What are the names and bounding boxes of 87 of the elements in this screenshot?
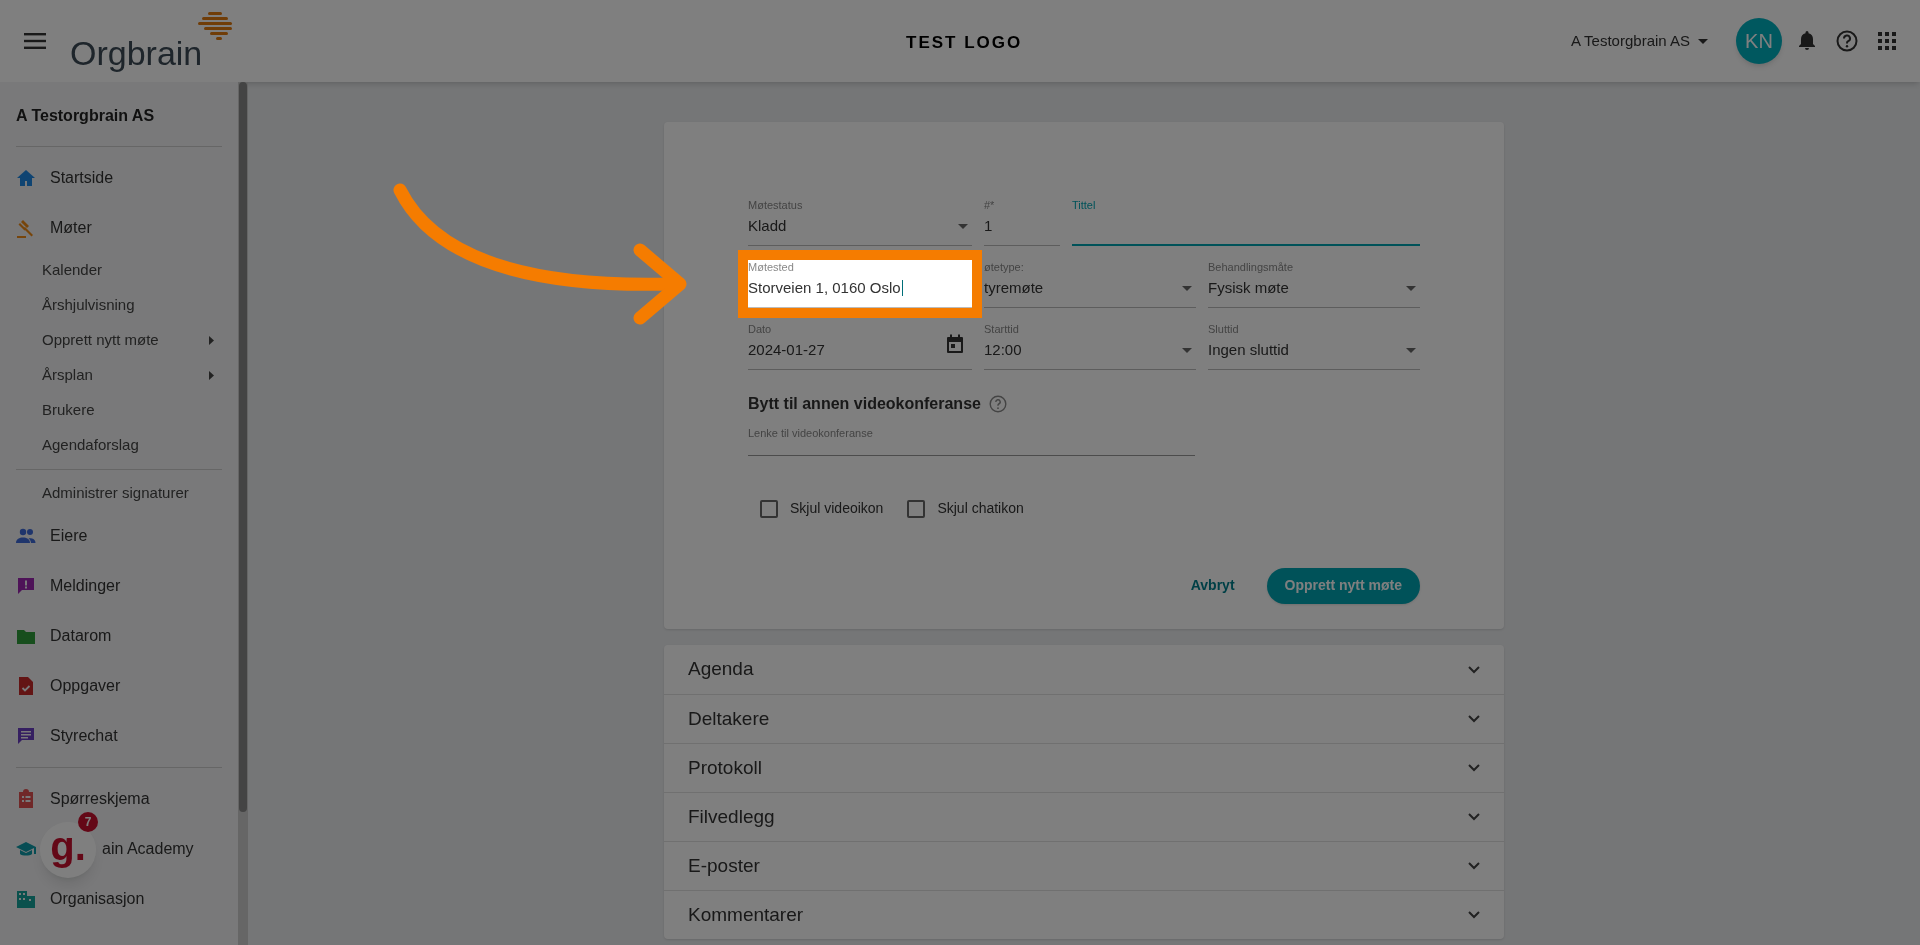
field-label: Møtested xyxy=(748,260,795,274)
sidebar-subitem[interactable]: Årsplan xyxy=(42,364,93,387)
select-field[interactable]: Møtestatus Kladd xyxy=(748,198,972,246)
sidebar-link[interactable]: Spørreskjema xyxy=(50,787,150,811)
sidebar-subitem[interactable]: Kalender xyxy=(42,259,103,282)
section-heading: Bytt til annen videokonferanse xyxy=(748,394,981,414)
sidebar-subitem[interactable]: Årshjulvisning xyxy=(42,294,135,317)
sidebar-scrollbar[interactable] xyxy=(238,82,248,945)
help-icon[interactable] xyxy=(1836,30,1858,52)
field-value: tyremøte xyxy=(984,278,1044,298)
organization-name: A Testorgbrain AS xyxy=(16,106,156,126)
select-field[interactable]: øtetype: tyremøte xyxy=(984,260,1196,308)
field-value: Ingen sluttid xyxy=(1208,340,1289,360)
text-field[interactable]: #* 1 xyxy=(984,198,1060,246)
select-field[interactable]: Behandlingsmåte Fysisk møte xyxy=(1208,260,1420,308)
clipboard-icon xyxy=(16,789,36,809)
checkbox-label: Skjul videoikon xyxy=(790,499,884,518)
field-label: Lenke til videokonferanse xyxy=(748,427,873,439)
user-avatar[interactable]: KN xyxy=(1736,18,1782,64)
checkbox-label: Skjul chatikon xyxy=(937,499,1024,518)
field-value: 2024-01-27 xyxy=(748,340,825,360)
calendar-icon[interactable] xyxy=(946,334,964,355)
field-label: Møtestatus xyxy=(748,198,804,212)
accordion-header[interactable]: Kommentarer xyxy=(664,890,1504,939)
video-link-field[interactable]: Lenke til videokonferanse xyxy=(748,420,1195,456)
menu-icon[interactable] xyxy=(24,33,46,49)
help-icon[interactable] xyxy=(988,395,1007,413)
field-value: Fysisk møte xyxy=(1208,278,1289,298)
field-label: Behandlingsmåte xyxy=(1208,260,1294,274)
field-label: Tittel xyxy=(1072,198,1097,212)
select-field[interactable]: Sluttid Ingen sluttid xyxy=(1208,322,1420,370)
caret-down-icon xyxy=(1406,285,1416,291)
cancel-button[interactable]: Avbryt xyxy=(1182,567,1243,604)
text-field[interactable]: Tittel xyxy=(1072,198,1420,246)
accordion-header[interactable]: Agenda xyxy=(664,645,1504,694)
date-field[interactable]: Dato 2024-01-27 xyxy=(748,322,972,370)
home-icon xyxy=(16,168,36,188)
field-label: Sluttid xyxy=(1208,322,1240,336)
sidebar-subitem[interactable]: Administrer signaturer xyxy=(42,482,189,505)
sidebar-link[interactable]: Møter xyxy=(50,216,92,240)
field-value: 12:00 xyxy=(984,340,1022,360)
sidebar-link[interactable]: Datarom xyxy=(50,624,112,648)
logo-text[interactable]: Orgbrain xyxy=(70,36,203,70)
building-icon xyxy=(16,889,36,909)
select-field[interactable]: Starttid 12:00 xyxy=(984,322,1196,370)
caret-down-icon xyxy=(1182,347,1192,353)
field-label: Dato xyxy=(748,322,773,336)
brand-title: TEST LOGO xyxy=(906,32,1023,54)
logo-icon xyxy=(198,12,235,42)
field-value: Storveien 1, 0160 Oslo xyxy=(748,278,901,298)
gavel-icon xyxy=(16,218,36,238)
organization-selector[interactable]: A Testorgbrain AS xyxy=(1571,29,1708,53)
checkbox[interactable] xyxy=(907,499,926,518)
sidebar-link[interactable]: Eiere xyxy=(50,524,88,548)
accordion-header[interactable]: Filvedlegg xyxy=(664,792,1504,841)
caret-right-icon xyxy=(209,336,214,345)
sidebar-subitem[interactable]: Brukere xyxy=(42,399,95,422)
sidebar-link[interactable]: ain Academy xyxy=(102,837,194,861)
sidebar-subitem[interactable]: Agendaforslag xyxy=(42,434,139,457)
caret-down-icon xyxy=(1698,38,1708,44)
field-label: øtetype: xyxy=(984,260,1025,274)
sidebar-subitem[interactable]: Opprett nytt møte xyxy=(42,329,159,352)
field-value: Kladd xyxy=(748,216,787,236)
caret-down-icon xyxy=(1406,347,1416,353)
sidebar-link[interactable]: Styrechat xyxy=(50,724,118,748)
accordion-header[interactable]: Protokoll xyxy=(664,743,1504,792)
caret-down-icon xyxy=(958,223,968,229)
accordion-header[interactable]: E-poster xyxy=(664,841,1504,890)
field-label: #* xyxy=(984,198,996,212)
apps-grid-icon[interactable] xyxy=(1878,32,1896,50)
accordion-header[interactable]: Deltakere xyxy=(664,694,1504,743)
field-label: Starttid xyxy=(984,322,1020,336)
message-alert-icon xyxy=(16,576,36,596)
notifications-icon[interactable] xyxy=(1798,31,1816,51)
sidebar-link[interactable]: Oppgaver xyxy=(50,674,121,698)
caret-down-icon xyxy=(1182,285,1192,291)
field-value: 1 xyxy=(984,216,993,236)
caret-right-icon xyxy=(209,371,214,380)
text-cursor xyxy=(901,280,903,297)
sidebar-link[interactable]: Meldinger xyxy=(50,574,121,598)
sidebar-link[interactable]: Startside xyxy=(50,166,114,190)
create-meeting-button[interactable]: Opprett nytt møte xyxy=(1266,567,1420,604)
people-icon xyxy=(16,526,36,546)
document-check-icon xyxy=(16,676,36,696)
chat-icon xyxy=(16,726,36,746)
checkbox[interactable] xyxy=(760,499,778,518)
sidebar-link[interactable]: Organisasjon xyxy=(50,887,145,911)
